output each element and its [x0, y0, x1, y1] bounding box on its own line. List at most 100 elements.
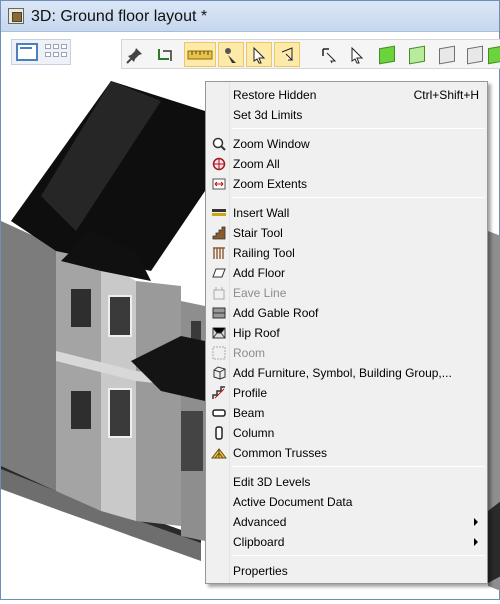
- measure-button[interactable]: [184, 42, 216, 67]
- single-window-icon[interactable]: [16, 43, 38, 61]
- pin-button[interactable]: [122, 42, 148, 67]
- arrow-edge-icon: [281, 46, 294, 60]
- menu-item-add-gable-roof[interactable]: Add Gable Roof: [208, 303, 485, 323]
- view-toolbar: [121, 39, 500, 69]
- hip-roof-icon: [211, 325, 227, 341]
- menu-item-zoom-window[interactable]: Zoom Window: [208, 134, 485, 154]
- menu-item-active-document-data[interactable]: Active Document Data: [208, 492, 485, 512]
- submenu-arrow-icon: [474, 518, 478, 526]
- 3d-view-window: 3D: Ground floor layout * Restore Hidden…: [0, 0, 500, 600]
- menu-item-profile[interactable]: Profile: [208, 383, 485, 403]
- menu-item-add-floor[interactable]: Add Floor: [208, 263, 485, 283]
- menu-label: Room: [233, 346, 266, 360]
- menu-label: Restore Hidden: [233, 88, 317, 102]
- garage-door: [181, 411, 203, 471]
- cube-solid-icon: [379, 45, 395, 64]
- window-bay-upper: [108, 295, 132, 337]
- menu-item-set-3d-limits[interactable]: Set 3d Limits: [208, 105, 485, 125]
- hidden-view-button[interactable]: [462, 42, 488, 67]
- menu-item-insert-wall[interactable]: Insert Wall: [208, 203, 485, 223]
- arrow-icon: [253, 46, 266, 63]
- menu-item-clipboard[interactable]: Clipboard: [208, 532, 485, 552]
- solid-view-button[interactable]: [374, 42, 400, 67]
- context-menu: Restore Hidden Ctrl+Shift+H Set 3d Limit…: [205, 81, 488, 584]
- menu-separator: [232, 466, 485, 467]
- truss-icon: [211, 445, 227, 461]
- app-icon[interactable]: [8, 8, 24, 24]
- menu-label: Hip Roof: [233, 326, 280, 340]
- menu-label: Active Document Data: [233, 495, 353, 509]
- menu-label: Zoom Window: [233, 137, 310, 151]
- tile-windows-icon[interactable]: [45, 43, 67, 61]
- view-mode-toggles: [11, 39, 71, 65]
- select-edge-button[interactable]: [274, 42, 300, 67]
- room-icon: [211, 345, 227, 361]
- glass-view-button[interactable]: [404, 42, 430, 67]
- menu-separator: [232, 128, 485, 129]
- menu-label: Add Floor: [233, 266, 286, 280]
- camera-walk-button[interactable]: [218, 42, 244, 67]
- select-object-button[interactable]: [316, 42, 342, 67]
- wire-view-button[interactable]: [434, 42, 460, 67]
- menu-shortcut: Ctrl+Shift+H: [413, 88, 479, 102]
- menu-item-common-trusses[interactable]: Common Trusses: [208, 443, 485, 463]
- menu-label: Insert Wall: [233, 206, 290, 220]
- menu-separator: [232, 197, 485, 198]
- menu-label: Properties: [233, 564, 288, 578]
- menu-item-room[interactable]: Room: [208, 343, 485, 363]
- bay-wall-side: [136, 281, 181, 526]
- floor-icon: [211, 265, 227, 281]
- right-base-edge: [488, 501, 500, 583]
- zoom-extents-icon: [211, 176, 227, 192]
- window-bay-lower: [108, 388, 132, 438]
- window-left-lower: [71, 391, 91, 429]
- menu-item-railing-tool[interactable]: Railing Tool: [208, 243, 485, 263]
- menu-item-hip-roof[interactable]: Hip Roof: [208, 323, 485, 343]
- pin-icon: [126, 47, 142, 64]
- menu-item-edit-3d-levels[interactable]: Edit 3D Levels: [208, 472, 485, 492]
- select-arrow-button[interactable]: [246, 42, 272, 67]
- window-title: 3D: Ground floor layout *: [31, 8, 208, 25]
- menu-label: Set 3d Limits: [233, 108, 303, 122]
- menu-item-add-furniture[interactable]: Add Furniture, Symbol, Building Group,..…: [208, 363, 485, 383]
- render-view-button[interactable]: [488, 42, 500, 67]
- menu-label: Beam: [233, 406, 265, 420]
- camera-icon: [225, 47, 236, 63]
- menu-item-properties[interactable]: Properties: [208, 561, 485, 581]
- menu-label: Zoom All: [233, 157, 280, 171]
- column-icon: [211, 425, 227, 441]
- menu-item-zoom-all[interactable]: Zoom All: [208, 154, 485, 174]
- menu-label: Add Gable Roof: [233, 306, 319, 320]
- left-wall: [1, 221, 56, 491]
- menu-item-stair-tool[interactable]: Stair Tool: [208, 223, 485, 243]
- railing-icon: [211, 245, 227, 261]
- beam-icon: [211, 405, 227, 421]
- menu-label: Eave Line: [233, 286, 287, 300]
- menu-label: Column: [233, 426, 275, 440]
- wall-icon: [211, 205, 227, 221]
- furniture-icon: [211, 365, 227, 381]
- menu-item-column[interactable]: Column: [208, 423, 485, 443]
- pointer-button[interactable]: [344, 42, 370, 67]
- cube-render-icon: [488, 45, 500, 64]
- menu-label: Zoom Extents: [233, 177, 308, 191]
- menu-label: Railing Tool: [233, 246, 295, 260]
- pointer-icon: [351, 46, 364, 63]
- menu-label: Add Furniture, Symbol, Building Group,..…: [233, 366, 452, 380]
- select-object-icon: [322, 47, 337, 63]
- cube-wire-icon: [439, 45, 455, 64]
- submenu-arrow-icon: [474, 538, 478, 546]
- zoom-all-icon: [211, 156, 227, 172]
- menu-item-beam[interactable]: Beam: [208, 403, 485, 423]
- menu-label: Clipboard: [233, 535, 285, 549]
- menu-item-zoom-extents[interactable]: Zoom Extents: [208, 174, 485, 194]
- menu-label: Profile: [233, 386, 268, 400]
- title-bar[interactable]: 3D: Ground floor layout *: [1, 1, 499, 32]
- menu-label: Edit 3D Levels: [233, 475, 311, 489]
- rotate-button[interactable]: [152, 42, 178, 67]
- menu-item-eave-line[interactable]: Eave Line: [208, 283, 485, 303]
- menu-item-restore-hidden[interactable]: Restore Hidden Ctrl+Shift+H: [208, 85, 485, 105]
- cube-hidden-icon: [467, 45, 483, 64]
- menu-item-advanced[interactable]: Advanced: [208, 512, 485, 532]
- menu-label: Advanced: [233, 515, 287, 529]
